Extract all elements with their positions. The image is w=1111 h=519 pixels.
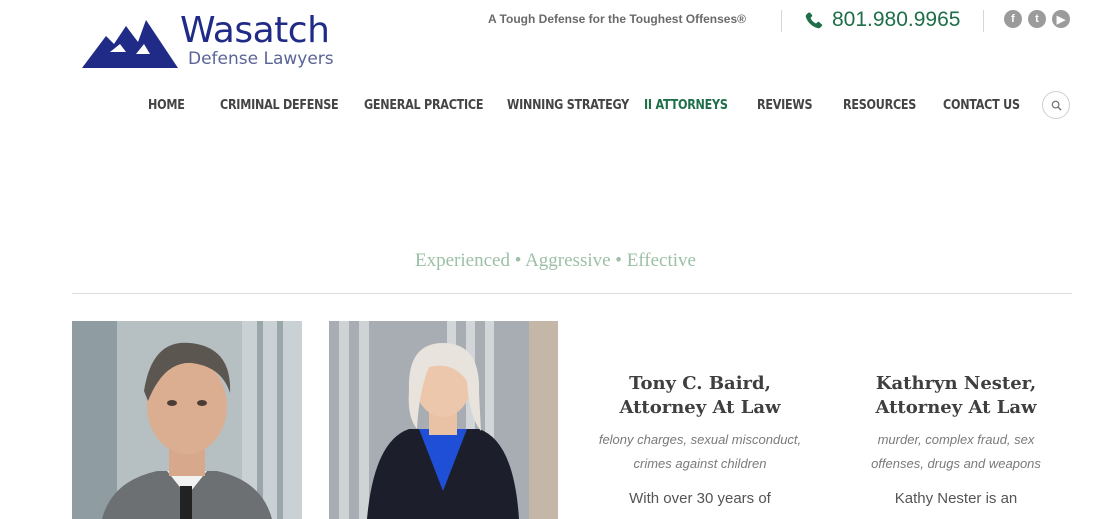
nav-item-contact-us[interactable]: CONTACT US bbox=[943, 98, 1020, 113]
attorney-card-tony-baird[interactable]: Tony C. Baird, Attorney At Law felony ch… bbox=[590, 372, 810, 507]
divider bbox=[983, 10, 984, 32]
social-links: f t ▶ bbox=[1004, 10, 1070, 28]
site-logo[interactable]: Wasatch Defense Lawyers bbox=[80, 10, 340, 74]
nav-item-resources[interactable]: RESOURCES bbox=[843, 98, 916, 113]
phone-icon bbox=[805, 12, 823, 29]
brand-subtitle: Defense Lawyers bbox=[188, 49, 334, 69]
youtube-icon[interactable]: ▶ bbox=[1052, 10, 1070, 28]
main-nav: HOME CRIMINAL DEFENSE GENERAL PRACTICE WINN… bbox=[0, 98, 1111, 120]
slogan: Experienced • Aggressive • Effective bbox=[415, 250, 696, 271]
phone-link[interactable]: 801.980.9965 bbox=[804, 8, 960, 32]
search-button[interactable] bbox=[1042, 91, 1070, 119]
phone-number: 801.980.9965 bbox=[832, 8, 961, 31]
divider bbox=[781, 10, 782, 32]
attorney-specialties: felony charges, sexual misconduct, crime… bbox=[598, 432, 802, 471]
attorney-specialties: murder, complex fraud, sex offenses, dru… bbox=[871, 432, 1041, 471]
nav-item-general-practice[interactable]: GENERAL PRACTICE bbox=[364, 98, 484, 113]
nav-item-winning-strategy[interactable]: WINNING STRATEGY bbox=[507, 98, 629, 113]
attorney-bio: Kathy Nester is an bbox=[894, 490, 1018, 507]
facebook-icon[interactable]: f bbox=[1004, 10, 1022, 28]
nav-item-ii-attorneys[interactable]: II ATTORNEYS bbox=[644, 98, 728, 113]
divider bbox=[72, 293, 1072, 294]
tagline: A Tough Defense for the Toughest Offense… bbox=[488, 12, 746, 26]
nav-item-home[interactable]: HOME bbox=[148, 98, 185, 113]
attorney-name[interactable]: Kathryn Nester, Attorney At Law bbox=[846, 372, 1066, 420]
mountain-logo-icon bbox=[82, 20, 178, 68]
brand-name: Wasatch bbox=[180, 10, 330, 51]
nav-item-criminal-defense[interactable]: CRIMINAL DEFENSE bbox=[220, 98, 339, 113]
attorney-photo-kathryn-nester[interactable] bbox=[329, 321, 558, 519]
search-icon bbox=[1051, 100, 1062, 111]
attorney-card-kathryn-nester[interactable]: Kathryn Nester, Attorney At Law murder, … bbox=[846, 372, 1066, 507]
attorney-bio: With over 30 years of bbox=[629, 490, 771, 507]
attorney-photo-tony-baird[interactable] bbox=[72, 321, 302, 519]
twitter-icon[interactable]: t bbox=[1028, 10, 1046, 28]
attorney-name[interactable]: Tony C. Baird, Attorney At Law bbox=[590, 372, 810, 420]
nav-item-reviews[interactable]: REVIEWS bbox=[757, 98, 813, 113]
